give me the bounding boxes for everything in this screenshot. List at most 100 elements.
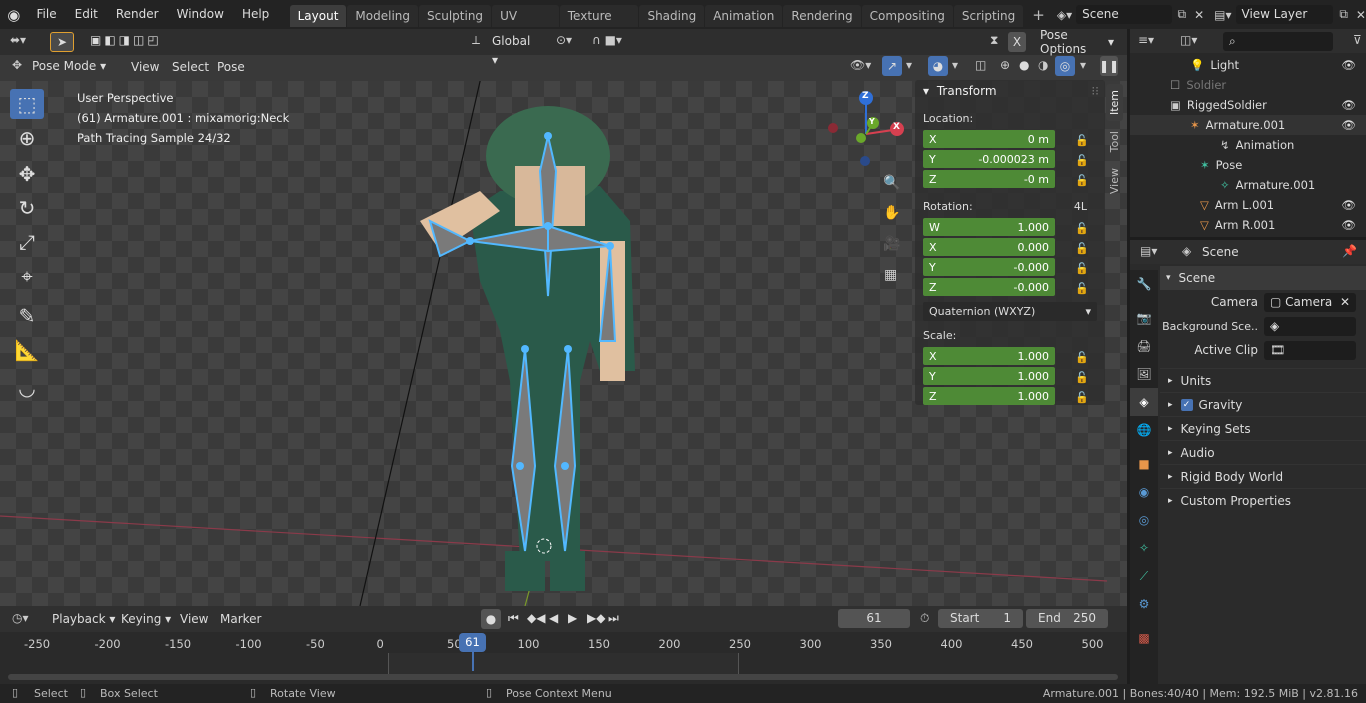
jump-end-icon[interactable]: ⏭	[608, 611, 619, 626]
select-mode-icons[interactable]: ▣◧◨◫◰	[90, 33, 162, 47]
scene-icon[interactable]: ◈▾	[1057, 8, 1072, 22]
location-x-field[interactable]: X 0 m	[923, 130, 1055, 148]
outliner-item[interactable]: ✶ Armature.001 👁	[1130, 115, 1366, 135]
move-icon[interactable]: ✥	[10, 159, 44, 189]
tab-sculpting[interactable]: Sculpting	[419, 5, 492, 27]
lock-icon[interactable]: 🔓	[1075, 154, 1089, 167]
outliner-item[interactable]: ✧ Armature.001	[1130, 175, 1366, 195]
mode-select[interactable]: Pose Mode ▾	[26, 57, 120, 76]
lock-icon[interactable]: 🔓	[1075, 242, 1089, 255]
rotation-z-field[interactable]: Z -0.000	[923, 278, 1055, 296]
lock-icon[interactable]: 🔓	[1075, 282, 1089, 295]
panel-rigid-body-world[interactable]: ▸ Rigid Body World	[1160, 464, 1366, 488]
shading-wireframe-icon[interactable]: ⊕	[1000, 58, 1010, 72]
location-z-field[interactable]: Z -0 m	[923, 170, 1055, 188]
outliner-item[interactable]: ▣ RiggedSoldier 👁	[1130, 95, 1366, 115]
visibility-icon[interactable]: 👁▾	[850, 58, 871, 72]
overlay-dropdown-icon[interactable]: ▾	[952, 58, 958, 72]
scale-y-field[interactable]: Y 1.000	[923, 367, 1055, 385]
properties-editor-icon[interactable]: ▤▾	[1140, 244, 1157, 258]
cursor-icon[interactable]: ⊕	[10, 123, 44, 153]
stopwatch-icon[interactable]: ⏱	[920, 611, 929, 626]
panel-audio[interactable]: ▸ Audio	[1160, 440, 1366, 464]
outliner-item[interactable]: ↯ Animation	[1130, 135, 1366, 155]
panel-units[interactable]: ▸ Units	[1160, 368, 1366, 392]
location-y-field[interactable]: Y -0.000023 m	[923, 150, 1055, 168]
menu-keying[interactable]: Keying ▾	[121, 612, 171, 626]
tab-uv-editing[interactable]: UV Editing	[492, 5, 559, 45]
scale-x-field[interactable]: X 1.000	[923, 347, 1055, 365]
mirror-icon[interactable]: ⧗	[990, 33, 998, 48]
gravity-checkbox[interactable]: ✓	[1180, 398, 1193, 411]
new-scene-icon[interactable]: ⧉	[1178, 7, 1187, 22]
new-view-layer-icon[interactable]: ⧉	[1339, 7, 1348, 22]
tab-view[interactable]: View	[1106, 162, 1123, 200]
blender-logo-icon[interactable]: ◉	[0, 6, 28, 24]
xray-icon[interactable]: ◫	[975, 58, 986, 72]
rotation-x-field[interactable]: X 0.000	[923, 238, 1055, 256]
zoom-icon[interactable]: 🔍	[883, 175, 900, 191]
view-layer-tab-icon[interactable]: 🖼	[1130, 360, 1158, 388]
bone-tab-icon[interactable]: ⟋	[1130, 562, 1158, 590]
clear-camera-icon[interactable]: ✕	[1340, 293, 1350, 312]
shading-solid-icon[interactable]: ●	[1019, 58, 1029, 72]
playhead-line[interactable]	[472, 650, 474, 671]
navigation-gizmo[interactable]: Z X Y	[825, 87, 910, 172]
menu-help[interactable]: Help	[233, 0, 278, 29]
viewport[interactable]: ⬌▾ ➤ ▣◧◨◫◰ ⟂ Global ▾ ⊙▾ ∩ ■▾ ⧗ X Pose O…	[0, 29, 1127, 606]
rotate-icon[interactable]: ↻	[10, 193, 44, 223]
shading-material-icon[interactable]: ◑	[1038, 58, 1048, 72]
pose-mode-icon[interactable]: ✥	[12, 58, 22, 72]
scene-panel-header[interactable]: ▾ Scene	[1160, 266, 1366, 290]
scale-z-field[interactable]: Z 1.000	[923, 387, 1055, 405]
overlay-toggle-icon[interactable]: ◕	[928, 56, 948, 76]
object-tab-icon[interactable]: ■	[1130, 450, 1158, 478]
menu-edit[interactable]: Edit	[66, 0, 107, 29]
outliner-editor-icon[interactable]: ≡▾	[1138, 33, 1154, 47]
lock-icon[interactable]: 🔓	[1075, 351, 1089, 364]
outliner-search-input[interactable]: ⌕	[1223, 32, 1333, 51]
menu-marker[interactable]: Marker	[220, 612, 261, 626]
pose-slide-icon[interactable]: ◡	[10, 373, 44, 403]
active-clip-field[interactable]: 🎞	[1264, 340, 1356, 360]
outliner-item[interactable]: ▽ Arm L.001 👁	[1130, 195, 1366, 215]
panel-gravity[interactable]: ▸ ✓ Gravity	[1160, 392, 1366, 416]
tab-item[interactable]: Item	[1106, 84, 1123, 122]
tab-scripting[interactable]: Scripting	[953, 5, 1024, 27]
end-frame-field[interactable]: End 250	[1026, 609, 1108, 628]
menu-timeline-view[interactable]: View	[180, 612, 208, 626]
current-frame-field[interactable]: 61	[838, 609, 910, 628]
annotate-icon[interactable]: ✎	[10, 301, 44, 331]
lock-icon[interactable]: 🔓	[1075, 371, 1089, 384]
playhead-badge[interactable]: 61	[459, 633, 486, 652]
lock-icon[interactable]: 🔓	[1075, 262, 1089, 275]
menu-playback[interactable]: Playback ▾	[52, 612, 115, 626]
scene-selector[interactable]: Scene	[1076, 5, 1172, 24]
x-mirror-button[interactable]: X	[1008, 32, 1026, 52]
sidebar-toggle-icon[interactable]: ❚❚	[1099, 56, 1119, 76]
tweak-select-icon[interactable]: ⬚	[10, 89, 44, 119]
armature-tab-icon[interactable]: ✧	[1130, 534, 1158, 562]
play-reverse-icon[interactable]: ◀	[549, 611, 558, 625]
tab-shading[interactable]: Shading	[639, 5, 705, 27]
filter-icon[interactable]: ⊽	[1353, 33, 1362, 47]
lock-icon[interactable]: 🔓	[1075, 222, 1089, 235]
outliner-item[interactable]: ✶ Pose	[1130, 155, 1366, 175]
panel-drag-icon[interactable]: ⁝⁝	[1091, 80, 1099, 102]
tab-compositing[interactable]: Compositing	[861, 5, 953, 27]
transform-orientation-select[interactable]: Global ▾	[486, 32, 546, 67]
eye-icon[interactable]: 👁	[1341, 95, 1356, 115]
eye-icon[interactable]: 👁	[1341, 215, 1356, 235]
pose-options-button[interactable]: Pose Options ▾	[1034, 29, 1120, 56]
tab-texture-paint[interactable]: Texture Paint	[559, 5, 639, 45]
add-workspace-icon[interactable]: +	[1032, 6, 1045, 24]
next-key-icon[interactable]: ▶◆	[587, 611, 605, 625]
tab-rendering[interactable]: Rendering	[783, 5, 861, 27]
pan-hand-icon[interactable]: ✋	[883, 205, 900, 221]
snap-icon[interactable]: ∩ ■▾	[592, 33, 622, 47]
constraint-tab-icon[interactable]: ⚙	[1130, 590, 1158, 618]
background-scene-field[interactable]: ◈	[1264, 316, 1356, 336]
prev-key-icon[interactable]: ◆◀	[527, 611, 545, 625]
output-tab-icon[interactable]: 🖨	[1130, 332, 1158, 360]
rotation-mode-select[interactable]: Quaternion (WXYZ) ▾	[923, 302, 1097, 321]
